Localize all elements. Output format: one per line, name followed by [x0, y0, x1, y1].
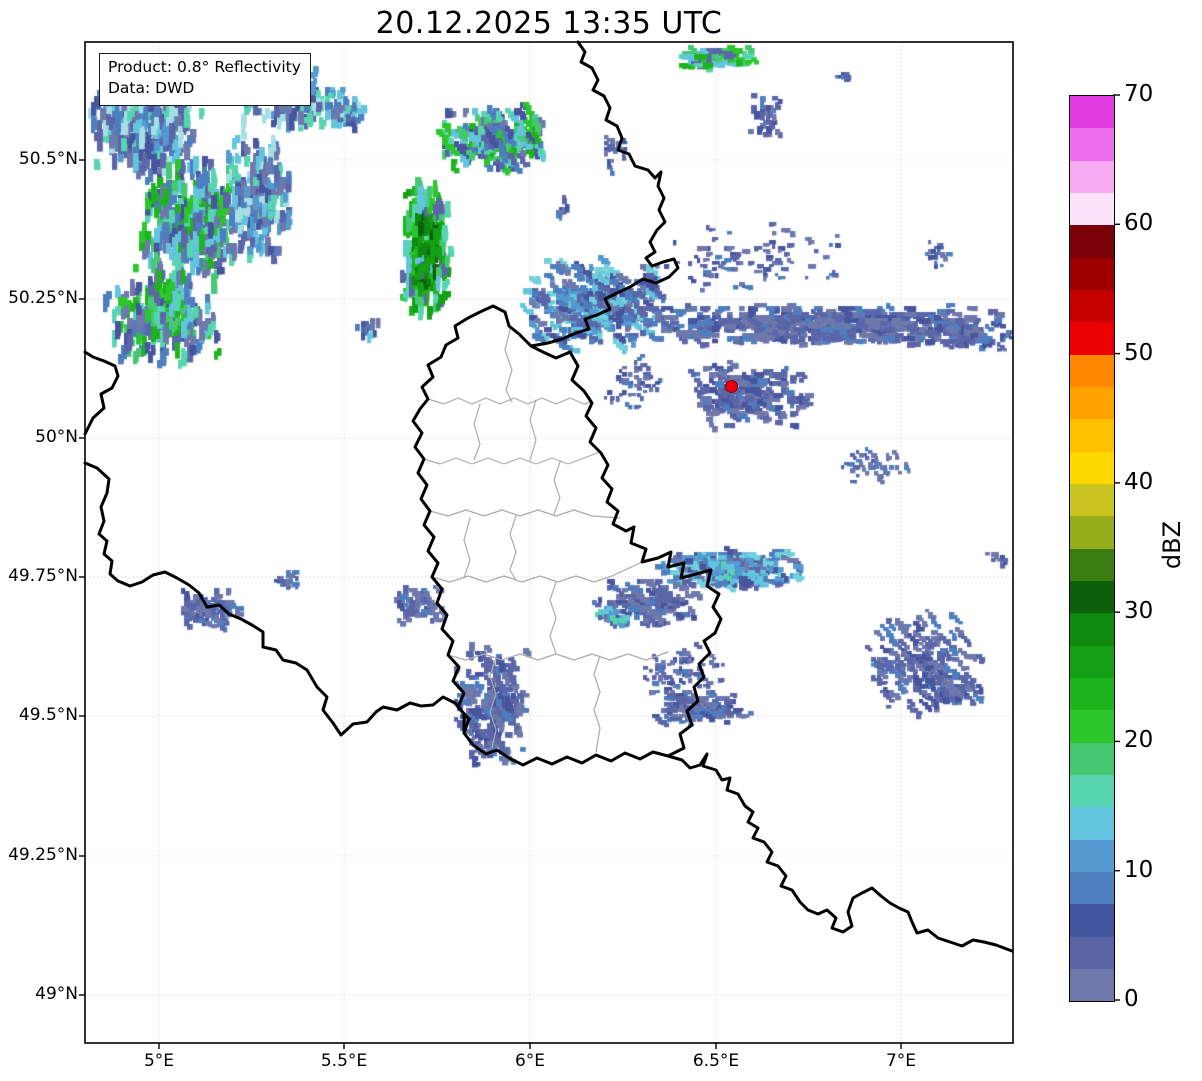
colorbar-segment [1070, 580, 1114, 614]
dbz-colorbar [1069, 95, 1115, 1002]
colorbar-segment [1070, 451, 1114, 484]
colorbar-segment [1070, 483, 1114, 517]
y-tick-label-6: 49°N [35, 984, 78, 1004]
colorbar-segment [1070, 419, 1114, 452]
colorbar-segment [1070, 160, 1114, 193]
colorbar-tick-label-70: 70 [1124, 81, 1154, 107]
x-tick-label-1: 5.5°E [320, 1051, 368, 1071]
colorbar-segment [1070, 613, 1114, 646]
radar-map-figure: 20.12.2025 13:35 UTC Product: 0.8° Refle… [0, 0, 1202, 1081]
product-label: Product: 0.8° Reflectivity [108, 58, 301, 76]
colorbar-segment [1070, 904, 1114, 937]
colorbar-axis-label: dBZ [1158, 520, 1186, 570]
page-title: 20.12.2025 13:35 UTC [375, 6, 723, 41]
y-tick-label-3: 49.75°N [8, 566, 78, 586]
colorbar-tick-label-30: 30 [1124, 598, 1154, 625]
colorbar-tick-label-10: 10 [1124, 856, 1154, 883]
colorbar-segment [1070, 386, 1114, 420]
colorbar-segment [1070, 225, 1114, 258]
colorbar-segment [1070, 548, 1114, 581]
colorbar-tick-label-20: 20 [1124, 727, 1154, 754]
colorbar-segment [1070, 322, 1114, 355]
x-tick-label-4: 7°E [885, 1051, 917, 1071]
product-annotation-box: Product: 0.8° Reflectivity Data: DWD [99, 53, 311, 106]
x-tick-label-3: 6.5°E [692, 1051, 740, 1071]
colorbar-tick-label-50: 50 [1124, 339, 1154, 366]
colorbar-segment [1070, 839, 1114, 872]
colorbar-segment [1070, 354, 1114, 387]
colorbar-segment [1070, 128, 1114, 161]
colorbar-tick-label-40: 40 [1124, 468, 1154, 495]
colorbar-segment [1070, 807, 1114, 840]
colorbar-segment [1070, 289, 1114, 323]
colorbar-segment [1070, 936, 1114, 969]
colorbar-segment [1070, 968, 1114, 1002]
colorbar-segment [1070, 645, 1114, 678]
colorbar-tick-label-60: 60 [1124, 210, 1154, 237]
data-source-label: Data: DWD [108, 79, 195, 98]
colorbar-segment [1070, 96, 1114, 129]
y-tick-label-2: 50°N [35, 427, 78, 447]
radar-site-marker [724, 379, 738, 393]
colorbar-segment [1070, 742, 1114, 775]
colorbar-segment [1070, 710, 1114, 743]
y-tick-label-5: 49.25°N [8, 845, 78, 865]
radar-reflectivity-canvas [85, 42, 1013, 1043]
colorbar-tick-label-0: 0 [1124, 986, 1139, 1012]
x-tick-label-2: 6°E [514, 1051, 546, 1071]
colorbar-segment [1070, 516, 1114, 549]
y-tick-label-0: 50.5°N [18, 149, 78, 169]
colorbar-segment [1070, 774, 1114, 808]
colorbar-segment [1070, 871, 1114, 905]
colorbar-segment [1070, 257, 1114, 290]
y-tick-label-1: 50.25°N [8, 288, 78, 308]
colorbar-segment [1070, 192, 1114, 226]
y-tick-label-4: 49.5°N [18, 705, 78, 725]
x-tick-label-0: 5°E [143, 1051, 175, 1071]
colorbar-segment [1070, 677, 1114, 711]
